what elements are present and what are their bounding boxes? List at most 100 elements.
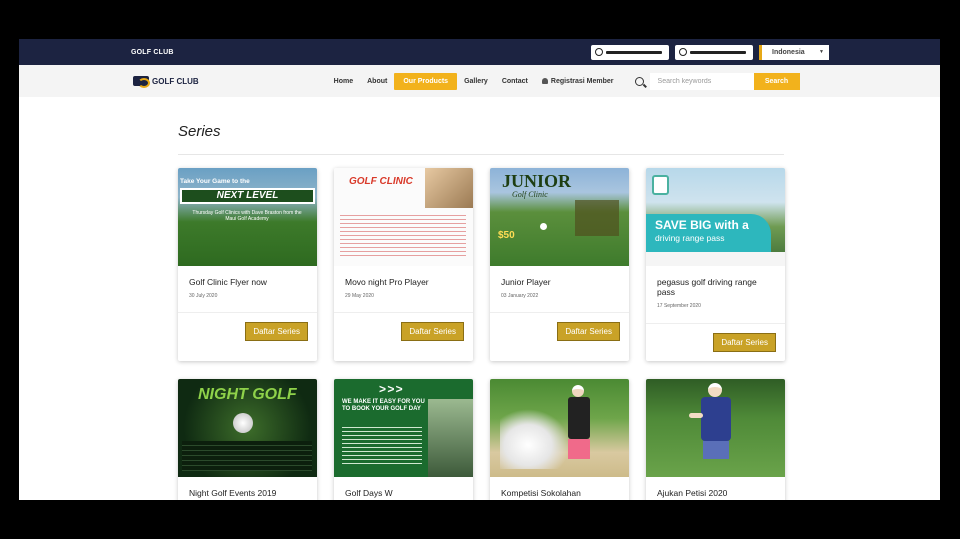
series-card[interactable]: Take Your Game to the NEXT LEVEL Thursda… bbox=[178, 168, 317, 361]
phone-contact-1[interactable] bbox=[591, 44, 669, 60]
series-card[interactable]: > > > WE MAKE IT EASY FOR YOU TO BOOK YO… bbox=[334, 379, 473, 500]
phone-contact-2[interactable] bbox=[675, 44, 753, 60]
card-footer: Daftar Series bbox=[646, 324, 785, 361]
thumb-details bbox=[340, 212, 466, 256]
card-title[interactable]: Movo night Pro Player bbox=[345, 277, 462, 287]
thumb-text: WE MAKE IT EASY FOR YOU TO BOOK YOUR GOL… bbox=[342, 399, 425, 412]
card-date: 30 July 2020 bbox=[189, 293, 218, 299]
thumb-details bbox=[182, 441, 312, 471]
thumb-text: Thursday Golf Clinics with Dave Braston … bbox=[192, 210, 302, 222]
golfer-body bbox=[568, 397, 590, 439]
card-thumbnail[interactable]: GOLF CLINIC bbox=[334, 168, 473, 266]
card-thumbnail[interactable]: JUNIOR Golf Clinic $50 bbox=[490, 168, 629, 266]
daftar-series-button[interactable]: Daftar Series bbox=[557, 322, 620, 341]
card-footer: Daftar Series bbox=[490, 313, 629, 350]
chevrons-right-icon: > > > bbox=[379, 382, 403, 396]
golfer-figure bbox=[689, 383, 741, 477]
card-date: 03 January 2022 bbox=[501, 293, 539, 299]
daftar-series-button[interactable]: Daftar Series bbox=[713, 333, 776, 352]
whatsapp-icon bbox=[595, 48, 603, 56]
card-info: Ajukan Petisi 2020 bbox=[646, 477, 785, 500]
thumb-details bbox=[575, 200, 619, 236]
thumb-details bbox=[646, 252, 785, 266]
golf-ball-icon bbox=[233, 413, 253, 433]
card-thumbnail[interactable]: NIGHT GOLF bbox=[178, 379, 317, 477]
thumb-text: NEXT LEVEL bbox=[180, 188, 315, 204]
nav-registrasi-member-label: Registrasi Member bbox=[550, 77, 614, 85]
site-logo[interactable]: GOLF CLUB bbox=[133, 76, 199, 88]
card-info: pegasus golf driving range pass 17 Septe… bbox=[646, 266, 785, 324]
search-icon bbox=[634, 76, 644, 86]
thumb-text: Golf Clinic bbox=[512, 190, 548, 199]
nav-our-products[interactable]: Our Products bbox=[394, 72, 458, 90]
card-title[interactable]: Golf Days W bbox=[345, 488, 462, 498]
golfer-skirt bbox=[568, 439, 590, 459]
redacted-phone-number bbox=[606, 50, 662, 54]
golfer-arm bbox=[689, 413, 703, 418]
series-card[interactable]: Kompetisi Sokolahan bbox=[490, 379, 629, 500]
card-title[interactable]: Junior Player bbox=[501, 277, 618, 287]
search-input[interactable] bbox=[649, 72, 754, 90]
thumb-text: GOLF CLINIC bbox=[349, 176, 413, 187]
top-bar-brand: GOLF CLUB bbox=[131, 48, 174, 56]
logo-mark-icon bbox=[133, 76, 150, 88]
language-select[interactable]: Indonesia ▼ bbox=[759, 44, 829, 60]
nav-about[interactable]: About bbox=[360, 78, 394, 85]
series-card[interactable]: GOLF CLINIC Movo night Pro Player 29 May… bbox=[334, 168, 473, 361]
golfer-body bbox=[701, 397, 731, 441]
title-divider bbox=[178, 154, 784, 155]
thumb-text: $50 bbox=[498, 230, 515, 241]
card-info: Golf Days W bbox=[334, 477, 473, 500]
card-date: 17 September 2020 bbox=[657, 303, 701, 309]
card-title[interactable]: pegasus golf driving range pass bbox=[657, 277, 774, 297]
sand-splash bbox=[500, 409, 570, 469]
series-card[interactable]: Ajukan Petisi 2020 bbox=[646, 379, 785, 500]
series-card[interactable]: JUNIOR Golf Clinic $50 Junior Player 03 … bbox=[490, 168, 629, 361]
card-thumbnail[interactable] bbox=[490, 379, 629, 477]
card-title[interactable]: Ajukan Petisi 2020 bbox=[657, 488, 774, 498]
nav-home[interactable]: Home bbox=[327, 78, 360, 85]
daftar-series-button[interactable]: Daftar Series bbox=[401, 322, 464, 341]
card-title[interactable]: Night Golf Events 2019 bbox=[189, 488, 306, 498]
golfer-head bbox=[572, 385, 584, 397]
card-info: Kompetisi Sokolahan bbox=[490, 477, 629, 500]
card-info: Junior Player 03 January 2022 bbox=[490, 266, 629, 313]
golfer-figure bbox=[562, 385, 596, 475]
thumb-text: SAVE BIG with a bbox=[655, 218, 749, 232]
card-footer: Daftar Series bbox=[334, 313, 473, 350]
search-button[interactable]: Search bbox=[753, 72, 800, 90]
card-info: Night Golf Events 2019 bbox=[178, 477, 317, 500]
card-title[interactable]: Kompetisi Sokolahan bbox=[501, 488, 618, 498]
card-thumbnail[interactable]: Take Your Game to the NEXT LEVEL Thursda… bbox=[178, 168, 317, 266]
series-card[interactable]: NIGHT GOLF Night Golf Events 2019 bbox=[178, 379, 317, 500]
golfer-skirt bbox=[703, 441, 729, 459]
card-thumbnail[interactable]: SAVE BIG with a driving range pass bbox=[646, 168, 785, 266]
thumb-text: NIGHT GOLF bbox=[198, 386, 297, 403]
golfer-head bbox=[708, 383, 722, 397]
browser-viewport: GOLF CLUB Indonesia ▼ GOLF CLUB Home Abo… bbox=[19, 39, 940, 500]
card-thumbnail[interactable]: > > > WE MAKE IT EASY FOR YOU TO BOOK YO… bbox=[334, 379, 473, 477]
main-content: Series Take Your Game to the NEXT LEVEL … bbox=[19, 97, 940, 500]
card-footer: Daftar Series bbox=[178, 313, 317, 350]
user-icon bbox=[541, 77, 548, 84]
thumb-text: driving range pass bbox=[655, 233, 725, 243]
nav-registrasi-member[interactable]: Registrasi Member bbox=[535, 77, 621, 85]
series-card[interactable]: SAVE BIG with a driving range pass pegas… bbox=[646, 168, 785, 361]
card-info: Movo night Pro Player 29 May 2020 bbox=[334, 266, 473, 313]
nav-gallery[interactable]: Gallery bbox=[457, 78, 495, 85]
card-title[interactable]: Golf Clinic Flyer now bbox=[189, 277, 306, 287]
language-select-value: Indonesia bbox=[772, 48, 805, 56]
series-grid: Take Your Game to the NEXT LEVEL Thursda… bbox=[178, 168, 940, 500]
nav-contact[interactable]: Contact bbox=[495, 78, 535, 85]
card-info: Golf Clinic Flyer now 30 July 2020 bbox=[178, 266, 317, 313]
search-bar: Search bbox=[634, 72, 800, 90]
daftar-series-button[interactable]: Daftar Series bbox=[245, 322, 308, 341]
thumb-text: JUNIOR bbox=[502, 171, 572, 191]
logo-text: GOLF CLUB bbox=[152, 76, 199, 86]
main-navbar: GOLF CLUB Home About Our Products Galler… bbox=[19, 65, 940, 97]
golf-ball-icon bbox=[540, 223, 547, 230]
page-title: Series bbox=[178, 123, 221, 140]
card-thumbnail[interactable] bbox=[646, 379, 785, 477]
thumb-text: Take Your Game to the bbox=[180, 178, 250, 185]
top-bar: GOLF CLUB Indonesia ▼ bbox=[19, 39, 940, 65]
